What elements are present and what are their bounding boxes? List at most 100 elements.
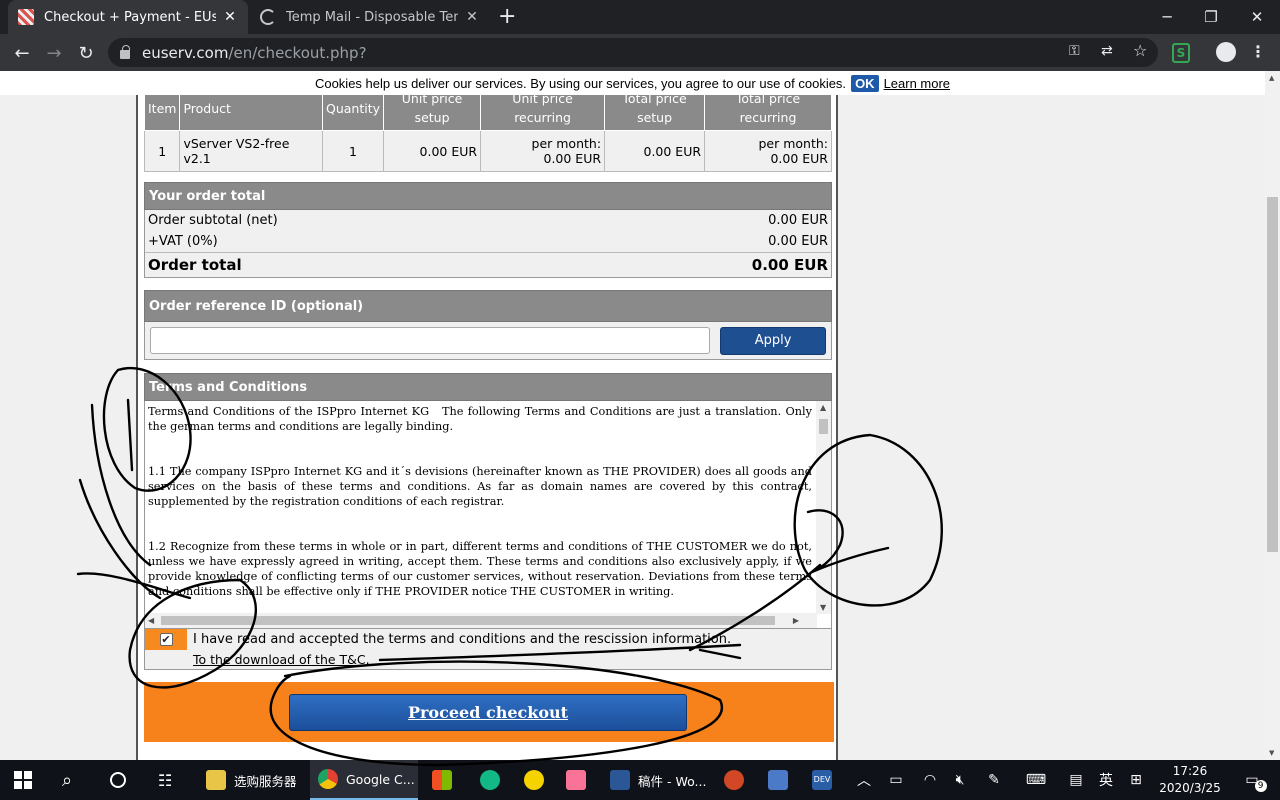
scroll-thumb[interactable] <box>819 419 828 434</box>
tab-checkout[interactable]: Checkout + Payment - EUserv ✕ <box>8 0 248 34</box>
reload-icon[interactable]: ↻ <box>72 39 100 67</box>
minimize-icon[interactable]: ─ <box>1144 0 1190 34</box>
unit-setup-cell: 0.00 EUR <box>383 130 482 172</box>
browser-toolbar: ← → ↻ euserv.com/en/checkout.php? ⚿ ⇄ ☆ … <box>0 34 1280 71</box>
wifi-icon[interactable]: ◠ <box>918 760 942 800</box>
scroll-down-icon[interactable]: ▼ <box>820 603 826 612</box>
terms-vertical-scrollbar[interactable]: ▲ ▼ <box>816 401 831 614</box>
tab-title: Checkout + Payment - EUserv <box>44 9 216 25</box>
order-items-table: Item Product Quantity Unit price setup U… <box>143 85 832 172</box>
search-icon[interactable]: ⌕ <box>62 760 72 800</box>
pen-icon[interactable]: ✎ <box>982 760 1006 800</box>
translate-icon[interactable]: ⇄ <box>1101 43 1113 59</box>
dev-cpp-icon[interactable]: DEV <box>812 760 832 800</box>
apply-button[interactable]: Apply <box>720 326 826 355</box>
browser-tab-strip: Checkout + Payment - EUserv ✕ Temp Mail … <box>0 0 1280 34</box>
scroll-left-icon[interactable]: ◀ <box>148 616 154 625</box>
qq-icon[interactable] <box>480 760 500 800</box>
tab-temp-mail[interactable]: Temp Mail - Disposable Temp ✕ <box>250 0 490 34</box>
scroll-thumb[interactable] <box>161 616 775 625</box>
total-row: Order total 0.00 EUR <box>145 252 831 277</box>
scroll-up-icon[interactable]: ▲ <box>1269 74 1274 82</box>
profile-icon[interactable] <box>1216 42 1236 62</box>
section-heading: Order reference ID (optional) <box>144 290 832 322</box>
windows-taskbar: ⌕ ☷ 选购服务器 Google C... 稿件 - Wo... DEV ︿ ▭… <box>0 760 1280 800</box>
forward-icon[interactable]: → <box>40 39 68 67</box>
task-view-icon[interactable]: ☷ <box>158 760 172 800</box>
close-tab-icon[interactable]: ✕ <box>464 9 480 25</box>
total-setup-cell: 0.00 EUR <box>604 130 706 172</box>
new-tab-icon[interactable]: + <box>498 4 516 30</box>
battery-icon[interactable]: ▭ <box>884 760 908 800</box>
store-icon[interactable] <box>432 760 452 800</box>
download-terms-link[interactable]: To the download of the T&C. <box>193 652 370 667</box>
taskbar-item-explorer[interactable]: 选购服务器 <box>200 760 308 800</box>
loading-favicon-icon <box>260 9 276 25</box>
section-heading: Your order total <box>144 182 832 210</box>
scroll-thumb[interactable] <box>1267 197 1278 552</box>
chrome-icon <box>318 769 338 789</box>
accept-terms-label[interactable]: I have read and accepted the terms and c… <box>193 632 731 647</box>
terms-section: Terms and Conditions Terms and Condition… <box>144 373 832 670</box>
keyboard-icon[interactable]: ⌨ <box>1022 760 1050 800</box>
extension-s-icon[interactable]: S <box>1172 43 1190 63</box>
tray-chevron-icon[interactable]: ︿ <box>852 760 876 800</box>
scroll-right-icon[interactable]: ▶ <box>793 616 799 625</box>
notification-icon[interactable]: ▭ 9 <box>1238 760 1267 800</box>
cookie-text: Cookies help us deliver our services. By… <box>314 75 847 91</box>
close-tab-icon[interactable]: ✕ <box>222 9 238 25</box>
table-row: 1 vServer VS2-free v2.1 1 0.00 EUR per m… <box>143 130 832 172</box>
menu-icon[interactable]: ⋮ <box>1250 42 1266 61</box>
cookie-ok-button[interactable]: OK <box>851 74 879 92</box>
scroll-up-icon[interactable]: ▲ <box>820 403 826 412</box>
address-bar[interactable]: euserv.com/en/checkout.php? <box>108 38 1158 67</box>
quantity-cell: 1 <box>321 130 385 172</box>
unit-recurring-cell: per month: 0.00 EUR <box>480 130 606 172</box>
bilibili-icon[interactable] <box>566 760 586 800</box>
page-viewport: Item Product Quantity Unit price setup U… <box>0 71 1280 760</box>
windows-logo-icon <box>14 771 32 789</box>
app-yellow-icon[interactable] <box>524 760 544 800</box>
terms-horizontal-scrollbar[interactable]: ◀ ▶ <box>145 613 817 628</box>
order-reference-input[interactable] <box>150 327 711 354</box>
cookie-bar: Cookies help us deliver our services. By… <box>0 71 1265 95</box>
key-icon[interactable]: ⚿ <box>1069 43 1080 59</box>
powerpoint-icon[interactable] <box>724 760 744 800</box>
total-recurring-cell: per month: 0.00 EUR <box>704 130 832 172</box>
scroll-down-icon[interactable]: ▼ <box>1269 749 1274 757</box>
ime-grid-icon[interactable]: ⊞ <box>1124 760 1148 800</box>
order-reference-section: Order reference ID (optional) Apply <box>144 290 832 360</box>
tablet-icon[interactable]: ▤ <box>1064 760 1088 800</box>
item-cell: 1 <box>143 130 181 172</box>
lock-icon <box>120 45 130 59</box>
subtotal-row: Order subtotal (net) 0.00 EUR <box>148 213 828 228</box>
cortana-icon[interactable] <box>110 760 126 800</box>
restore-icon[interactable]: ❐ <box>1188 0 1234 34</box>
accept-terms-row: ✔ I have read and accepted the terms and… <box>144 629 832 670</box>
folder-icon <box>206 770 226 790</box>
word-icon <box>610 770 630 790</box>
bookmark-star-icon[interactable]: ☆ <box>1133 41 1147 60</box>
accept-terms-checkbox[interactable]: ✔ <box>159 633 173 646</box>
checkout-page: Item Product Quantity Unit price setup U… <box>136 71 838 760</box>
volume-muted-icon[interactable]: 🔇︎ <box>948 760 972 800</box>
accept-checkbox-wrapper[interactable]: ✔ <box>145 629 187 650</box>
close-window-icon[interactable]: ✕ <box>1234 0 1280 34</box>
vat-row: +VAT (0%) 0.00 EUR <box>148 234 828 249</box>
proceed-bar: Proceed checkout <box>144 682 834 742</box>
proceed-checkout-button[interactable]: Proceed checkout <box>289 694 687 731</box>
ime-indicator[interactable]: 英 <box>1094 760 1118 800</box>
start-button[interactable] <box>14 760 32 800</box>
order-total-section: Your order total Order subtotal (net) 0.0… <box>144 182 832 278</box>
clock[interactable]: 17:26 2020/3/25 <box>1148 763 1232 797</box>
url-text: euserv.com/en/checkout.php? <box>142 43 367 62</box>
taskbar-item-chrome[interactable]: Google C... <box>310 760 418 800</box>
terms-text: Terms and Conditions of the ISPpro Inter… <box>148 405 812 598</box>
terms-textarea[interactable]: Terms and Conditions of the ISPpro Inter… <box>144 401 832 629</box>
section-heading: Terms and Conditions <box>144 373 832 401</box>
back-icon[interactable]: ← <box>8 39 36 67</box>
learn-more-link[interactable]: Learn more <box>884 76 950 91</box>
taskbar-item-word[interactable]: 稿件 - Wo... <box>606 760 718 800</box>
page-scrollbar[interactable]: ▲ ▼ <box>1265 71 1280 760</box>
network-app-icon[interactable] <box>768 760 788 800</box>
